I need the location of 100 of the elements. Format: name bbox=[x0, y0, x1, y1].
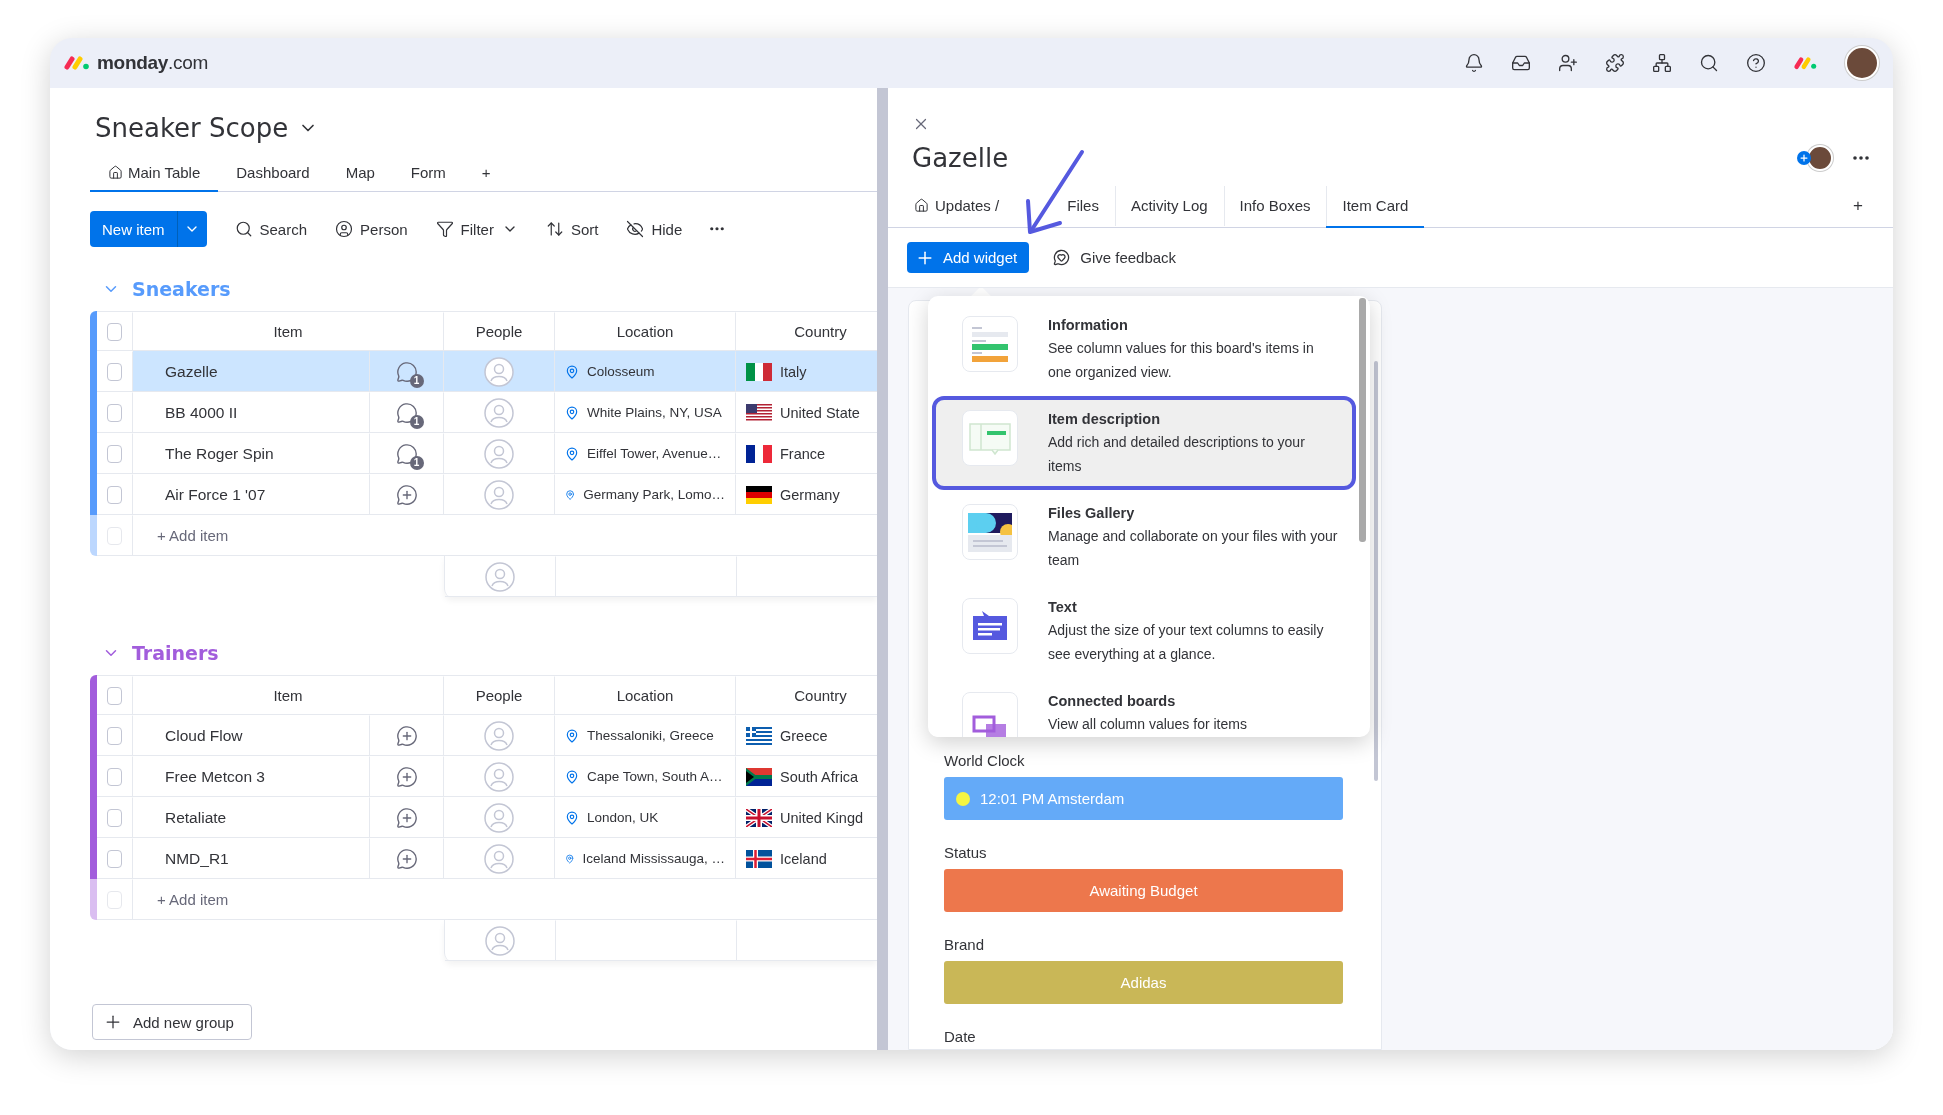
person-placeholder-icon bbox=[484, 356, 514, 387]
checkbox[interactable] bbox=[107, 686, 122, 705]
invite-user-icon[interactable] bbox=[1557, 53, 1578, 73]
checkbox[interactable] bbox=[107, 322, 122, 341]
person-placeholder-icon bbox=[485, 561, 515, 592]
checkbox[interactable] bbox=[107, 444, 122, 463]
table-row[interactable]: Cloud Flow Thessaloniki, Greece Greece bbox=[97, 715, 877, 756]
column-header: Location bbox=[616, 687, 674, 704]
more-button[interactable] bbox=[1853, 156, 1869, 160]
chat-bubble-icon[interactable] bbox=[395, 360, 418, 383]
add-update-icon[interactable] bbox=[395, 724, 418, 747]
person-placeholder-icon bbox=[484, 761, 514, 792]
puzzle-icon[interactable] bbox=[1604, 53, 1625, 73]
item-name: Free Metcon 3 bbox=[164, 767, 265, 786]
location-text: Cape Town, South A… bbox=[587, 769, 723, 784]
item-title: Gazelle bbox=[912, 143, 1009, 173]
scrollbar[interactable] bbox=[1359, 298, 1366, 542]
panel-tab[interactable]: Item Card bbox=[1326, 185, 1425, 228]
table-row[interactable]: Air Force 1 '07 Germany Park, Lomo… Germany bbox=[97, 474, 877, 515]
filter-button[interactable]: Filter bbox=[435, 220, 494, 238]
monday-logo-icon bbox=[1792, 55, 1818, 71]
flag-icon bbox=[746, 403, 772, 422]
item-name: The Roger Spin bbox=[164, 444, 274, 463]
new-item-dropdown[interactable] bbox=[176, 211, 207, 247]
table-row[interactable]: Gazelle 1 Colosseum Italy bbox=[97, 351, 877, 392]
home-icon bbox=[914, 198, 929, 213]
column-header: Country bbox=[794, 323, 847, 340]
view-tab[interactable]: + bbox=[463, 154, 509, 192]
add-item-link[interactable]: + Add item bbox=[143, 527, 229, 544]
more-button[interactable] bbox=[710, 227, 725, 231]
new-item-button[interactable]: New item bbox=[90, 211, 177, 247]
add-item-link[interactable]: + Add item bbox=[143, 891, 229, 908]
search-icon[interactable] bbox=[1698, 53, 1719, 73]
chat-bubble-icon[interactable] bbox=[395, 442, 418, 465]
add-new-group-button[interactable]: Add new group bbox=[92, 1004, 252, 1040]
update-count-badge: 1 bbox=[409, 373, 424, 388]
item-name: Gazelle bbox=[164, 362, 218, 381]
table-row[interactable]: BB 4000 II 1 White Plains, NY, USA United State bbox=[97, 392, 877, 433]
user-avatar[interactable] bbox=[1845, 46, 1879, 80]
location-pin-icon bbox=[565, 446, 579, 461]
group-title: Trainers bbox=[132, 642, 219, 664]
person-button[interactable]: Person bbox=[335, 220, 408, 238]
logo-text: monday.com bbox=[97, 52, 209, 74]
view-tab[interactable]: Map bbox=[327, 154, 393, 192]
field-label: Date bbox=[944, 1027, 977, 1047]
column-header: Country bbox=[794, 687, 847, 704]
country-text: France bbox=[780, 445, 826, 462]
bell-icon[interactable] bbox=[1463, 53, 1484, 73]
help-icon[interactable] bbox=[1745, 53, 1766, 73]
location-pin-icon bbox=[565, 851, 575, 866]
inbox-icon[interactable] bbox=[1510, 53, 1531, 73]
hide-button[interactable]: Hide bbox=[626, 220, 683, 238]
table-row[interactable]: Free Metcon 3 Cape Town, South A… South Africa bbox=[97, 756, 877, 797]
column-header: People bbox=[475, 323, 523, 340]
add-tab-button[interactable]: + bbox=[1847, 195, 1869, 217]
add-update-icon[interactable] bbox=[395, 806, 418, 829]
add-update-icon[interactable] bbox=[395, 847, 418, 870]
checkbox[interactable] bbox=[107, 849, 122, 868]
checkbox[interactable] bbox=[107, 726, 122, 745]
sort-button[interactable]: Sort bbox=[545, 220, 599, 238]
location-text: Eiffel Tower, Avenue… bbox=[587, 446, 722, 461]
widget-description: Adjust the size of your text columns to easily see everything at a glance. bbox=[1048, 621, 1325, 664]
add-subscriber-icon[interactable] bbox=[1797, 151, 1811, 165]
country-text: South Africa bbox=[780, 768, 859, 785]
checkbox[interactable] bbox=[107, 808, 122, 827]
table-row[interactable]: The Roger Spin 1 Eiffel Tower, Avenue… France bbox=[97, 433, 877, 474]
search-button[interactable]: Search bbox=[234, 220, 308, 238]
clock-text: 12:01 PM Amsterdam bbox=[980, 790, 1125, 807]
widget-description: Add rich and detailed descriptions to your items bbox=[1048, 433, 1306, 476]
scrollbar[interactable] bbox=[1374, 361, 1378, 781]
person-placeholder-icon bbox=[484, 843, 514, 874]
checkbox[interactable] bbox=[107, 767, 122, 786]
location-pin-icon bbox=[565, 769, 579, 784]
checkbox[interactable] bbox=[107, 362, 122, 381]
location-text: London, UK bbox=[587, 810, 659, 825]
table-row[interactable]: NMD_R1 Iceland Mississauga, … Iceland bbox=[97, 838, 877, 879]
checkbox[interactable] bbox=[107, 485, 122, 504]
add-update-icon[interactable] bbox=[395, 483, 418, 506]
widget-option[interactable]: Item description Add rich and detailed descriptions to your items bbox=[932, 396, 1356, 490]
search-icon bbox=[234, 220, 253, 238]
add-widget-button[interactable]: Add widget bbox=[907, 242, 1030, 273]
view-tab[interactable]: Main Table bbox=[90, 154, 219, 192]
flag-icon bbox=[746, 849, 772, 868]
give-feedback-button[interactable]: Give feedback bbox=[1047, 248, 1183, 267]
flag-icon bbox=[746, 767, 772, 786]
panel-tab[interactable]: Activity Log bbox=[1114, 185, 1224, 228]
view-tab[interactable]: Dashboard bbox=[218, 154, 328, 192]
chat-bubble-icon[interactable] bbox=[395, 401, 418, 424]
widget-description: See column values for this board's items in one organized view. bbox=[1048, 339, 1315, 382]
panel-tab[interactable]: Updates / bbox=[898, 185, 1016, 228]
person-placeholder-icon bbox=[484, 479, 514, 510]
checkbox[interactable] bbox=[107, 403, 122, 422]
add-update-icon[interactable] bbox=[395, 765, 418, 788]
network-icon[interactable] bbox=[1651, 53, 1672, 73]
flag-icon bbox=[746, 808, 772, 827]
subscriber-avatar[interactable] bbox=[1807, 145, 1833, 171]
panel-tab[interactable]: Files bbox=[1051, 185, 1115, 228]
table-row[interactable]: Retaliate London, UK United Kingd bbox=[97, 797, 877, 838]
panel-tab[interactable]: Info Boxes bbox=[1223, 185, 1327, 228]
view-tab[interactable]: Form bbox=[392, 154, 464, 192]
